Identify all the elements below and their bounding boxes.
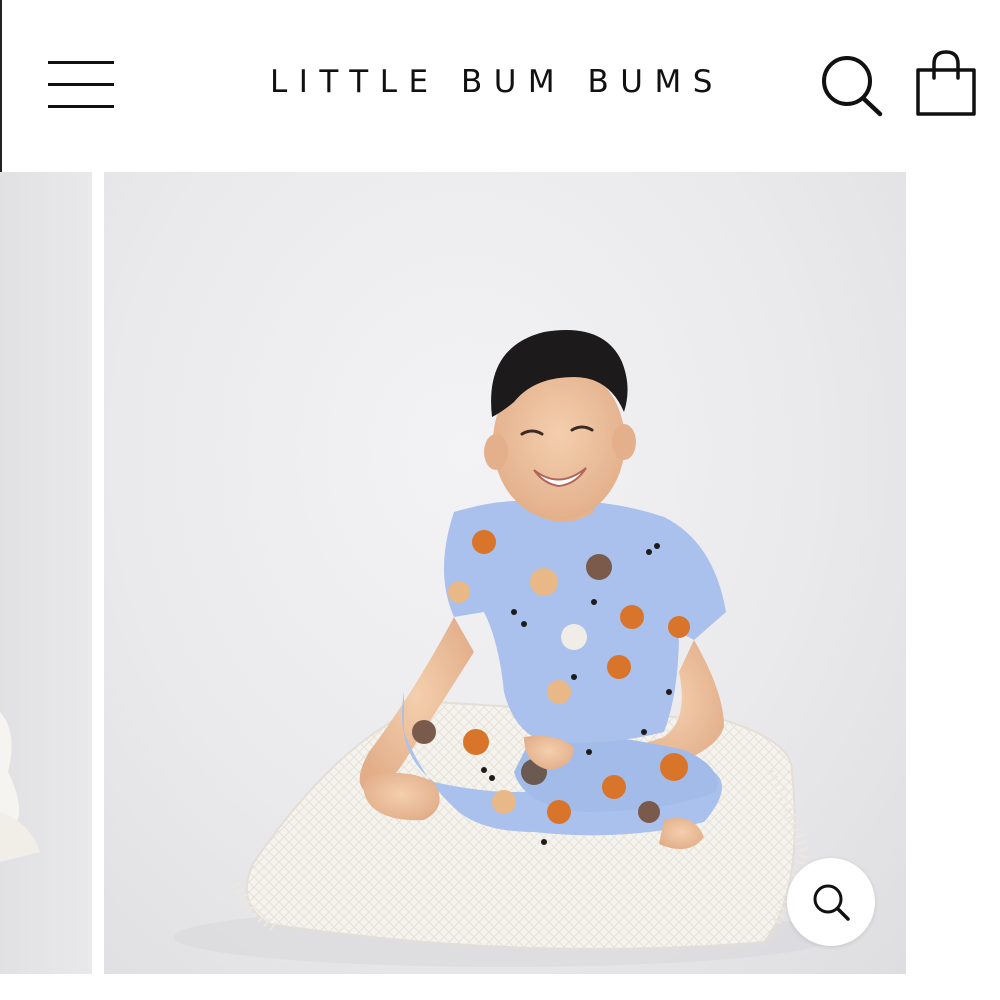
search-button[interactable]	[818, 52, 886, 120]
brand-logo[interactable]: LITTLE BUM BUMS	[270, 64, 750, 100]
zoom-search-icon	[813, 884, 850, 921]
previous-image-art	[0, 712, 40, 862]
menu-button[interactable]	[44, 58, 116, 114]
product-photo	[174, 330, 834, 967]
zoom-button[interactable]	[787, 858, 875, 946]
hamburger-menu-icon-bar	[48, 105, 114, 108]
main-product-image[interactable]	[104, 172, 906, 974]
product-page: LITTLE BUM BUMS	[0, 0, 1000, 1000]
shopping-bag-icon	[916, 50, 976, 116]
hamburger-menu-icon-bar	[48, 83, 114, 86]
hamburger-menu-icon	[48, 61, 114, 64]
site-header: LITTLE BUM BUMS	[0, 0, 1000, 172]
previous-product-image[interactable]	[0, 172, 92, 974]
product-gallery[interactable]	[0, 172, 1000, 976]
cart-button[interactable]	[912, 48, 980, 120]
search-icon	[822, 56, 883, 117]
